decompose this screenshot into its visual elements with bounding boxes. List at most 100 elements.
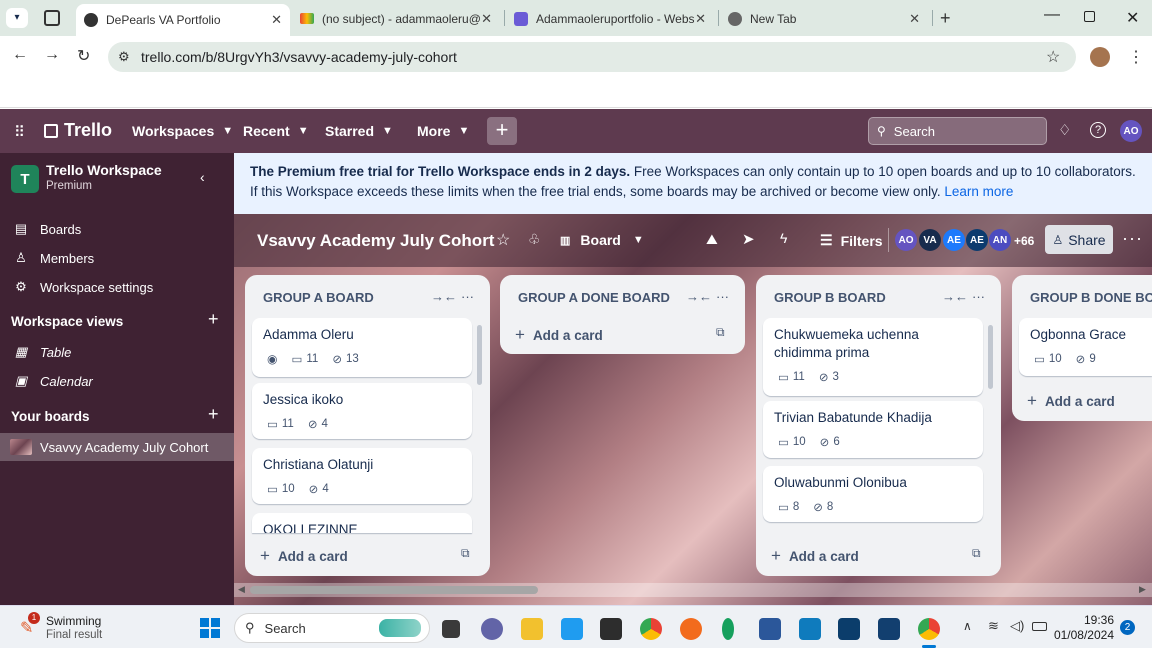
board-view-switcher[interactable]: ▥ Board ▼ bbox=[560, 232, 644, 248]
side-panel-icon[interactable] bbox=[44, 10, 60, 26]
close-tab-icon[interactable]: ✕ bbox=[481, 11, 492, 27]
board-title[interactable]: Vsavvy Academy July Cohort bbox=[257, 231, 494, 251]
start-button[interactable] bbox=[200, 618, 220, 638]
bookmark-star-icon[interactable]: ☆ bbox=[1046, 47, 1060, 67]
add-card-button[interactable]: + Add a card bbox=[1027, 391, 1115, 411]
card[interactable]: Christiana Olatunji ▭ 10 ⊘ 4 bbox=[252, 448, 472, 504]
more-members-count[interactable]: +66 bbox=[1014, 234, 1034, 248]
card-template-icon[interactable]: ⧉ bbox=[972, 546, 981, 561]
list-menu-icon[interactable]: ··· bbox=[461, 289, 474, 304]
help-icon[interactable]: ? bbox=[1090, 122, 1106, 138]
chrome-icon[interactable] bbox=[640, 618, 662, 640]
card-template-icon[interactable]: ⧉ bbox=[716, 325, 725, 340]
scroll-left-icon[interactable]: ◀ bbox=[238, 584, 245, 595]
starred-menu[interactable]: Starred ▼ bbox=[325, 123, 393, 139]
card[interactable]: OKOLI EZINNE bbox=[252, 513, 472, 533]
collapse-list-icon[interactable]: →← bbox=[942, 289, 968, 304]
network-app-icon[interactable] bbox=[878, 618, 900, 640]
create-button[interactable]: + bbox=[487, 117, 517, 145]
chevron-up-icon[interactable]: ∧ bbox=[963, 619, 972, 633]
minimize-icon[interactable]: — bbox=[1044, 6, 1060, 24]
automation-icon[interactable]: ϟ bbox=[780, 230, 787, 246]
profile-avatar[interactable] bbox=[1090, 47, 1110, 67]
list-title[interactable]: GROUP B DONE BOA bbox=[1030, 290, 1152, 305]
tab-portfolio[interactable]: Adammaoleruportfolio - Websi ✕ bbox=[506, 5, 714, 32]
workspace-name[interactable]: Trello Workspace bbox=[46, 162, 162, 178]
add-view-icon[interactable]: + bbox=[208, 309, 219, 330]
scrollbar-thumb[interactable] bbox=[250, 586, 538, 594]
list-scrollbar[interactable] bbox=[988, 325, 993, 389]
site-info-icon[interactable]: ⚙ bbox=[118, 49, 130, 65]
sidebar-item-boards[interactable]: ▤ Boards bbox=[0, 216, 234, 242]
add-card-button[interactable]: + Add a card bbox=[771, 546, 859, 566]
list-menu-icon[interactable]: ··· bbox=[716, 289, 729, 304]
list-scrollbar[interactable] bbox=[477, 325, 482, 385]
brave-app-icon[interactable] bbox=[680, 618, 702, 640]
filters-button[interactable]: ☰ Filters bbox=[820, 232, 883, 249]
collapse-list-icon[interactable]: →← bbox=[431, 289, 457, 304]
star-board-icon[interactable]: ☆ bbox=[496, 230, 510, 250]
workspaces-menu[interactable]: Workspaces ▼ bbox=[132, 123, 233, 139]
remote-app-icon[interactable] bbox=[838, 618, 860, 640]
volume-icon[interactable]: ◁) bbox=[1010, 618, 1024, 634]
weather-widget[interactable]: ✎ 1 Swimming Final result bbox=[20, 612, 170, 644]
member-avatar[interactable]: AE bbox=[966, 229, 988, 251]
word-icon[interactable] bbox=[759, 618, 781, 640]
app-switcher-icon[interactable]: ⠿ bbox=[14, 123, 25, 141]
reload-icon[interactable]: ↻ bbox=[77, 46, 90, 66]
card-template-icon[interactable]: ⧉ bbox=[461, 546, 470, 561]
sidebar-item-workspace-settings[interactable]: ⚙ Workspace settings bbox=[0, 274, 234, 300]
new-tab-plus-icon[interactable]: + bbox=[940, 8, 951, 29]
card[interactable]: Chukwuemeka uchenna chidimma prima ▭ 11 ⊘… bbox=[763, 318, 983, 396]
board-horizontal-scrollbar[interactable]: ◀ ▶ bbox=[234, 583, 1152, 597]
sidebar-item-calendar[interactable]: ▣ Calendar bbox=[0, 368, 234, 394]
card[interactable]: Adamma Oleru ◉ ▭ 11 ⊘ 13 bbox=[252, 318, 472, 377]
scroll-right-icon[interactable]: ▶ bbox=[1139, 584, 1146, 595]
chrome-profile-icon[interactable] bbox=[918, 618, 940, 640]
tab-gmail[interactable]: (no subject) - adammaoleru@g ✕ bbox=[292, 5, 500, 32]
taskbar-search[interactable]: ⚲ Search bbox=[234, 613, 430, 643]
power-ups-icon[interactable]: ⛰ bbox=[706, 231, 718, 248]
recent-menu[interactable]: Recent ▼ bbox=[243, 123, 309, 139]
sidebar-board-vsavvy[interactable]: Vsavvy Academy July Cohort bbox=[0, 433, 234, 461]
add-board-icon[interactable]: + bbox=[208, 404, 219, 425]
share-button[interactable]: ♙ Share bbox=[1045, 225, 1113, 254]
battery-icon[interactable] bbox=[1032, 622, 1047, 631]
list-menu-icon[interactable]: ··· bbox=[972, 289, 985, 304]
member-avatar[interactable]: AN bbox=[989, 229, 1011, 251]
automation-send-icon[interactable]: ➤ bbox=[742, 230, 755, 248]
card[interactable]: Trivian Babatunde Khadija ▭ 10 ⊘ 6 bbox=[763, 401, 983, 458]
sidebar-item-members[interactable]: ♙ Members bbox=[0, 245, 234, 271]
member-avatar[interactable]: AE bbox=[943, 229, 965, 251]
add-card-button[interactable]: + Add a card bbox=[515, 325, 603, 345]
vscode-icon[interactable] bbox=[561, 618, 583, 640]
browser-menu-icon[interactable]: ⋮ bbox=[1128, 47, 1144, 67]
list-title[interactable]: GROUP B BOARD bbox=[774, 290, 886, 305]
close-tab-icon[interactable]: ✕ bbox=[695, 11, 706, 27]
close-tab-icon[interactable]: ✕ bbox=[909, 11, 920, 27]
clock-date[interactable]: 01/08/2024 bbox=[1052, 628, 1114, 642]
visibility-icon[interactable]: ♧ bbox=[528, 231, 541, 248]
account-avatar[interactable]: AO bbox=[1120, 120, 1142, 142]
task-view-icon[interactable] bbox=[442, 620, 460, 638]
notifications-icon[interactable]: ♢ bbox=[1058, 121, 1071, 139]
card[interactable]: Ogbonna Grace ▭ 10 ⊘ 9 bbox=[1019, 318, 1152, 376]
forward-icon[interactable]: → bbox=[44, 46, 60, 64]
terminal-icon[interactable] bbox=[600, 618, 622, 640]
back-icon[interactable]: ← bbox=[12, 46, 28, 64]
more-menu[interactable]: More ▼ bbox=[417, 123, 469, 139]
search-box[interactable]: ⚲ Search bbox=[868, 117, 1047, 145]
restore-icon[interactable] bbox=[1084, 11, 1095, 22]
list-title[interactable]: GROUP A DONE BOARD bbox=[518, 290, 670, 305]
file-explorer-icon[interactable] bbox=[521, 618, 543, 640]
tab-depearls[interactable]: DePearls VA Portfolio ✕ bbox=[76, 4, 290, 36]
add-card-button[interactable]: + Add a card bbox=[260, 546, 348, 566]
notification-badge[interactable]: 2 bbox=[1120, 620, 1135, 635]
wifi-icon[interactable]: ≋ bbox=[988, 618, 999, 634]
member-avatar[interactable]: AO bbox=[895, 229, 917, 251]
tab-search-button[interactable]: ▾ bbox=[6, 8, 28, 28]
list-title[interactable]: GROUP A BOARD bbox=[263, 290, 374, 305]
clock-time[interactable]: 19:36 bbox=[1058, 613, 1114, 627]
whiteboard-icon[interactable] bbox=[799, 618, 821, 640]
card[interactable]: Oluwabunmi Olonibua ▭ 8 ⊘ 8 bbox=[763, 466, 983, 522]
